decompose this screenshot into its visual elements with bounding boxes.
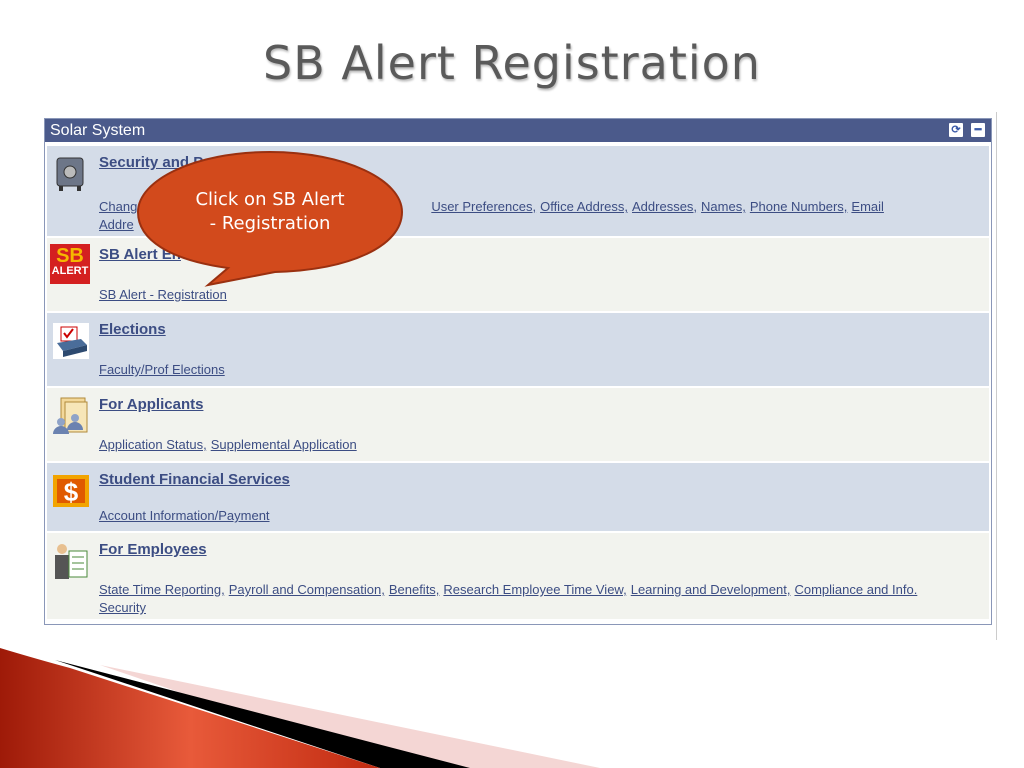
link[interactable]: User Preferences, [431,199,536,214]
list-item-applicants: For Applicants Application Status, Supple… [47,388,989,463]
decorative-wedge [0,648,600,768]
divider [996,112,997,640]
row-title-link[interactable]: Student Financial Services [99,471,290,488]
link[interactable]: State Time Reporting, [99,582,225,597]
link[interactable]: Addresses, [632,199,697,214]
svg-text:$: $ [64,477,79,507]
link[interactable]: Learning and Development, [631,582,791,597]
slide-title: SB Alert Registration [263,36,761,90]
link[interactable]: Names, [701,199,746,214]
link[interactable]: Security [99,600,146,615]
list-item-employees: For Employees State Time Reporting, Payro… [47,533,989,619]
link[interactable]: Phone Numbers, [750,199,848,214]
row-title-link[interactable]: Elections [99,321,166,338]
list-item-elections: Elections Faculty/Prof Elections [47,313,989,388]
employee-checklist-icon [55,544,88,579]
link[interactable]: Addre [99,217,134,232]
link[interactable]: Office Address, [540,199,628,214]
callout-text: Click on SB Alert - Registration [195,189,345,234]
link[interactable]: Payroll and Compensation, [229,582,385,597]
link[interactable]: Faculty/Prof Elections [99,362,225,377]
link[interactable]: Email [851,199,884,214]
minimize-icon[interactable]: ━ [971,123,985,137]
sb-alert-icon: SB ALERT [50,244,90,284]
link[interactable]: Account Information/Payment [99,508,270,523]
safe-icon [56,157,84,191]
link[interactable]: Compliance and Info. [794,582,917,597]
row-title-link[interactable]: For Employees [99,541,207,558]
link[interactable]: Research Employee Time View, [443,582,626,597]
list-item-financial: $ Student Financial Services Account Inf… [47,463,989,533]
link[interactable]: Benefits, [389,582,440,597]
link[interactable]: Application Status, [99,437,207,452]
applicants-icon [53,397,88,434]
dollar-icon: $ [53,475,89,507]
refresh-icon[interactable]: ⟳ [949,123,963,137]
ballot-box-icon [53,323,89,359]
link[interactable]: Supplemental Application [211,437,357,452]
panel-title: Solar System [50,122,146,139]
row-title-link[interactable]: For Applicants [99,396,203,413]
panel-header: Solar System ⟳ ━ [45,119,991,142]
